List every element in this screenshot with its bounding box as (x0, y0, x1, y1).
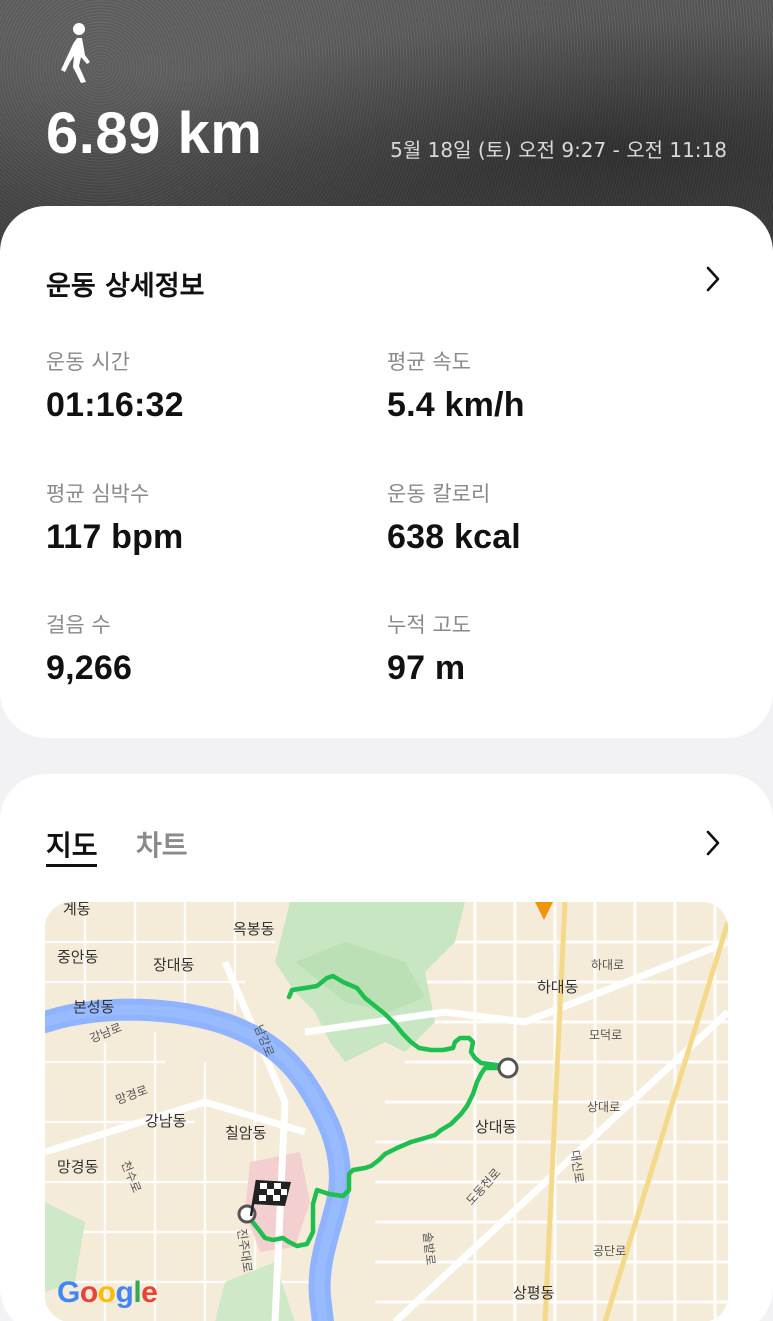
walking-person-icon (58, 22, 100, 84)
map-label: 장대동 (153, 956, 195, 974)
stat-label: 평균 심박수 (46, 482, 150, 506)
stat-elevation-gain: 누적 고도 97 m (387, 609, 471, 688)
map-label: 계동 (63, 902, 91, 918)
stat-label: 걸음 수 (46, 613, 111, 637)
stat-value: 5.4 km/h (387, 386, 525, 424)
stat-label: 운동 시간 (46, 350, 130, 374)
map-label: 옥봉동 (233, 920, 275, 938)
workout-details-card: 운동 상세정보 운동 시간 01:16:32 평균 속도 5.4 km/h 평균… (0, 206, 773, 738)
stat-duration: 운동 시간 01:16:32 (46, 346, 184, 425)
stat-label: 누적 고도 (387, 613, 471, 637)
map-label: 모덕로 (589, 1028, 623, 1042)
map-label: 망경동 (57, 1158, 99, 1176)
tab-chart[interactable]: 차트 (136, 824, 188, 864)
map-card: 지도 차트 계동 옥봉동 중안동 장대동 하대로 하대동 본성동 남강로 강남로… (0, 774, 773, 1321)
stat-calories: 운동 칼로리 638 kcal (387, 478, 521, 557)
stat-avg-speed: 평균 속도 5.4 km/h (387, 346, 525, 425)
map-label: 하대로 (591, 958, 625, 972)
workout-details-title: 운동 상세정보 (46, 271, 205, 302)
map-label: 칠암동 (225, 1124, 267, 1142)
tab-selected-indicator (46, 864, 97, 867)
route-map[interactable]: 계동 옥봉동 중안동 장대동 하대로 하대동 본성동 남강로 강남로 모덕로 망… (45, 902, 728, 1321)
stat-value: 117 bpm (46, 518, 184, 556)
map-label: 상평동 (513, 1284, 555, 1302)
stat-value: 9,266 (46, 649, 133, 687)
map-label: 중안동 (57, 948, 99, 966)
tab-map[interactable]: 지도 (46, 824, 98, 864)
google-logo: Google (57, 1276, 158, 1309)
workout-datetime: 5월 18일 (토) 오전 9:27 - 오전 11:18 (390, 138, 727, 162)
stat-steps: 걸음 수 9,266 (46, 609, 132, 688)
map-label: 하대동 (537, 978, 579, 996)
stat-value: 97 m (387, 649, 466, 687)
stat-label: 운동 칼로리 (387, 482, 491, 506)
stat-avg-heart-rate: 평균 심박수 117 bpm (46, 478, 183, 557)
chevron-right-icon[interactable] (705, 266, 721, 292)
stat-label: 평균 속도 (387, 350, 471, 374)
stat-value: 638 kcal (387, 518, 521, 556)
map-label: 강남동 (145, 1112, 187, 1130)
map-label: 상대동 (475, 1118, 517, 1136)
chevron-right-icon[interactable] (705, 830, 721, 856)
map-label: 솔밭로 (420, 1231, 438, 1266)
total-distance: 6.89 km (46, 101, 263, 166)
map-label: 공단로 (593, 1244, 627, 1258)
finish-flag-icon (249, 1179, 291, 1217)
map-label: 상대로 (587, 1100, 621, 1114)
map-label: 본성동 (73, 998, 115, 1016)
stat-value: 01:16:32 (46, 386, 184, 424)
